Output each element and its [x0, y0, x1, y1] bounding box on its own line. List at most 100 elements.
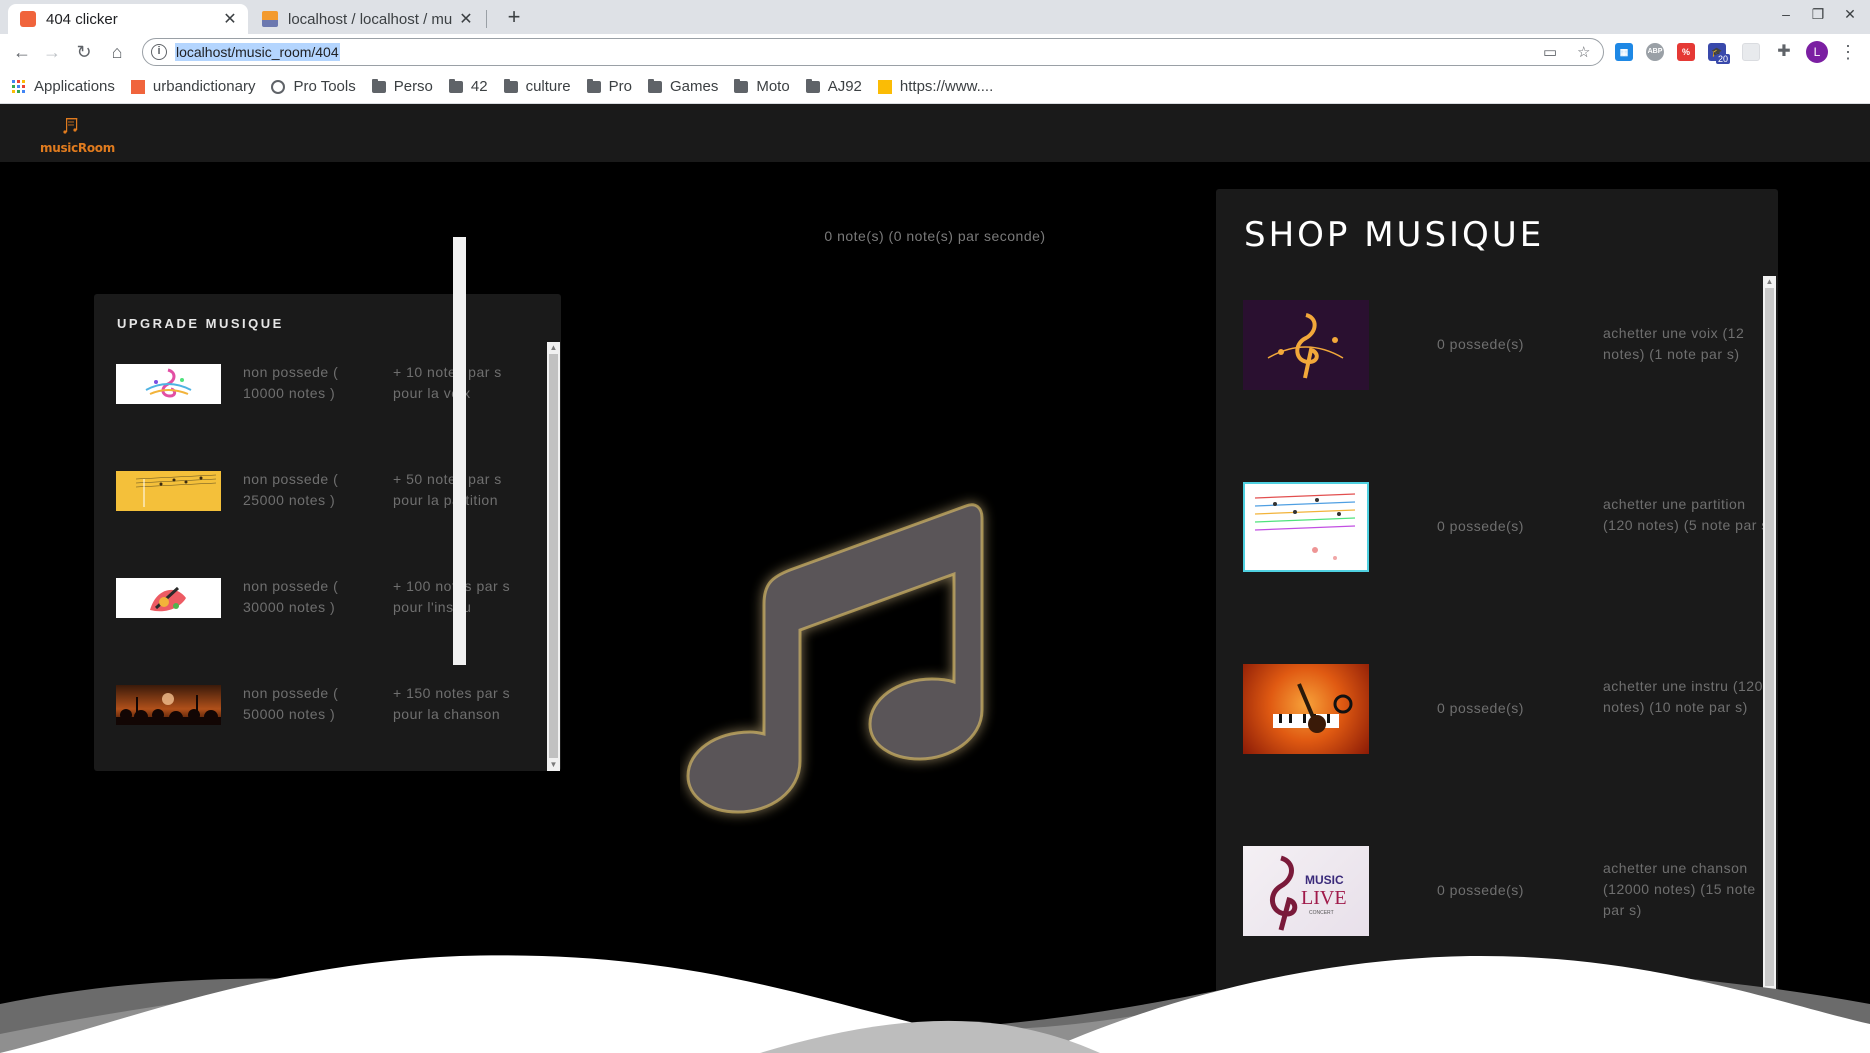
browser-toolbar: ← → ↻ ⌂ i localhost/music_room/404 ▭ ☆ ▦… [0, 34, 1870, 70]
shop-scrollbar[interactable]: ▲ [1763, 276, 1776, 1001]
upgrade-item-chanson[interactable]: non possede ( 50000 notes ) + 150 notes … [116, 685, 536, 755]
music-note-click-button[interactable] [680, 414, 1000, 844]
shop-owned-count: 0 possede(s) [1437, 882, 1524, 898]
bookmark-label: https://www.... [899, 78, 994, 95]
shop-buy-button[interactable]: achetter une voix (12 notes) (1 note par… [1603, 323, 1778, 365]
tab-phpmyadmin[interactable]: localhost / localhost / mu ✕ [252, 4, 484, 34]
partition-upgrade-image [116, 471, 221, 511]
scroll-down-arrow-icon[interactable]: ▼ [547, 760, 560, 770]
bookmark-https[interactable]: https://www.... [877, 78, 994, 95]
app-navbar: musicRoom [0, 104, 1870, 162]
instru-upgrade-image [116, 578, 221, 618]
profile-avatar[interactable]: L [1806, 41, 1828, 63]
apps-grid-icon [12, 79, 25, 93]
close-tab-icon[interactable]: ✕ [458, 9, 474, 29]
scroll-thumb[interactable] [549, 354, 558, 758]
close-window-icon[interactable]: ✕ [1840, 6, 1860, 23]
site-info-icon[interactable]: i [151, 44, 167, 60]
bookmark-aj92[interactable]: AJ92 [805, 78, 862, 95]
shop-item-voix[interactable]: 0 possede(s) achetter une voix (12 notes… [1243, 300, 1753, 392]
logo-text: musicRoom [40, 141, 115, 155]
shop-title: SHOP MUSIQUE [1244, 215, 1545, 255]
home-icon[interactable]: ⌂ [105, 40, 129, 64]
upgrade-scrollbar[interactable] [453, 237, 466, 665]
folder-icon [734, 78, 749, 93]
bookmark-label: Applications [34, 78, 115, 95]
bookmark-pro-tools[interactable]: Pro Tools [271, 78, 356, 95]
bookmark-pro[interactable]: Pro [586, 78, 632, 95]
shop-item-instru[interactable]: 0 possede(s) achetter une instru (1200 n… [1243, 664, 1771, 756]
bookmark-label: 42 [470, 78, 488, 95]
scroll-thumb[interactable] [1765, 288, 1774, 986]
forward-icon[interactable]: → [40, 40, 64, 64]
sheet-music-icon [135, 474, 217, 507]
folder-icon [448, 78, 463, 93]
tab-separator [486, 10, 487, 28]
upgrade-item-instru[interactable]: non possede ( 30000 notes ) + 100 notes … [116, 578, 536, 648]
upgrade-title: UPGRADE MUSIQUE [117, 316, 284, 331]
scroll-up-arrow-icon[interactable]: ▲ [547, 343, 560, 353]
bookmark-42[interactable]: 42 [448, 78, 488, 95]
bookmark-urbandictionary[interactable]: urbandictionary [130, 78, 255, 95]
shop-owned-count: 0 possede(s) [1437, 336, 1524, 352]
back-icon[interactable]: ← [10, 40, 34, 64]
colorful-clef-icon [145, 368, 192, 398]
restore-icon[interactable]: ❐ [1808, 6, 1828, 23]
bookmark-culture[interactable]: culture [503, 78, 571, 95]
guitar-splash-icon [150, 586, 186, 612]
url-text[interactable]: localhost/music_room/404 [175, 43, 340, 61]
menu-kebab-icon[interactable]: ⋮ [1836, 40, 1860, 64]
bookmark-moto[interactable]: Moto [734, 78, 790, 95]
voice-shop-image [1243, 300, 1369, 390]
upgrade-scrollbar[interactable]: ▲ ▼ [547, 342, 560, 771]
big-music-note-icon [686, 503, 984, 814]
extension-red-icon[interactable]: % [1677, 43, 1695, 61]
partition-shop-image [1243, 482, 1369, 572]
close-tab-icon[interactable]: ✕ [222, 9, 238, 29]
upgrade-panel: UPGRADE MUSIQUE non possede ( 10000 note… [94, 237, 561, 771]
thumb-text-concert: CONCERT [1309, 910, 1334, 916]
adblock-icon[interactable]: ABP [1646, 43, 1664, 61]
bookmark-label: Perso [393, 78, 433, 95]
bookmark-star-icon[interactable]: ☆ [1577, 43, 1590, 61]
new-tab-button[interactable]: + [500, 4, 528, 32]
shop-buy-button[interactable]: achetter une partition (120 notes) (5 no… [1603, 494, 1778, 536]
extension-badge: 20 [1716, 54, 1731, 64]
upgrade-item-partition[interactable]: non possede ( 25000 notes ) + 50 notes p… [116, 471, 536, 541]
bookmark-label: Moto [756, 78, 790, 95]
pencil-icon [877, 79, 892, 94]
notes-counter: 0 note(s) (0 note(s) par seconde) [824, 228, 1046, 244]
extensions-puzzle-icon[interactable]: ✚ [1772, 40, 1796, 64]
upgrade-item-voix[interactable]: non possede ( 10000 notes ) + 10 notes p… [116, 364, 536, 434]
bookmarks-bar: Applications urbandictionary Pro Tools P… [0, 70, 1870, 104]
thumb-text-music: MUSIC [1305, 873, 1344, 887]
bookmark-perso[interactable]: Perso [371, 78, 433, 95]
bookmark-games[interactable]: Games [647, 78, 718, 95]
bookmark-applications[interactable]: Applications [12, 78, 115, 95]
music-live-concert-icon: MUSIC LIVE CONCERT [1270, 855, 1347, 931]
folder-icon [586, 78, 601, 93]
shop-owned-count: 0 possede(s) [1437, 518, 1524, 534]
chanson-shop-image: MUSIC LIVE CONCERT [1243, 846, 1369, 936]
folder-icon [371, 78, 386, 93]
shop-item-partition[interactable]: 0 possede(s) achetter une partition (120… [1243, 482, 1773, 574]
minimize-icon[interactable]: – [1776, 6, 1796, 22]
chanson-upgrade-image [116, 685, 221, 725]
urbandictionary-icon [130, 79, 145, 94]
shop-buy-button[interactable]: achetter une instru (1200 notes) (10 not… [1603, 676, 1778, 718]
tab-title: 404 clicker [46, 10, 118, 28]
tab-404-clicker[interactable]: 404 clicker ✕ [8, 4, 248, 34]
address-bar[interactable]: i localhost/music_room/404 ▭ ☆ [142, 38, 1604, 66]
scroll-up-arrow-icon[interactable]: ▲ [1763, 277, 1776, 287]
reload-icon[interactable]: ↻ [72, 40, 96, 64]
shop-item-chanson[interactable]: MUSIC LIVE CONCERT 0 possede(s) achetter… [1243, 846, 1755, 938]
install-app-icon[interactable]: ▭ [1543, 43, 1557, 61]
instruments-icon [1273, 683, 1353, 733]
extension-blank-icon[interactable] [1742, 43, 1760, 61]
shop-buy-button[interactable]: achetter une chanson (12000 notes) (15 n… [1603, 858, 1778, 921]
upgrade-bonus: + 150 notes par s pour la chanson [393, 685, 511, 722]
music-room-logo[interactable]: musicRoom [40, 116, 115, 155]
extension-calendar-icon[interactable]: ▦ [1615, 43, 1633, 61]
concert-crowd-icon [116, 693, 221, 725]
golden-clef-icon [1267, 313, 1344, 379]
